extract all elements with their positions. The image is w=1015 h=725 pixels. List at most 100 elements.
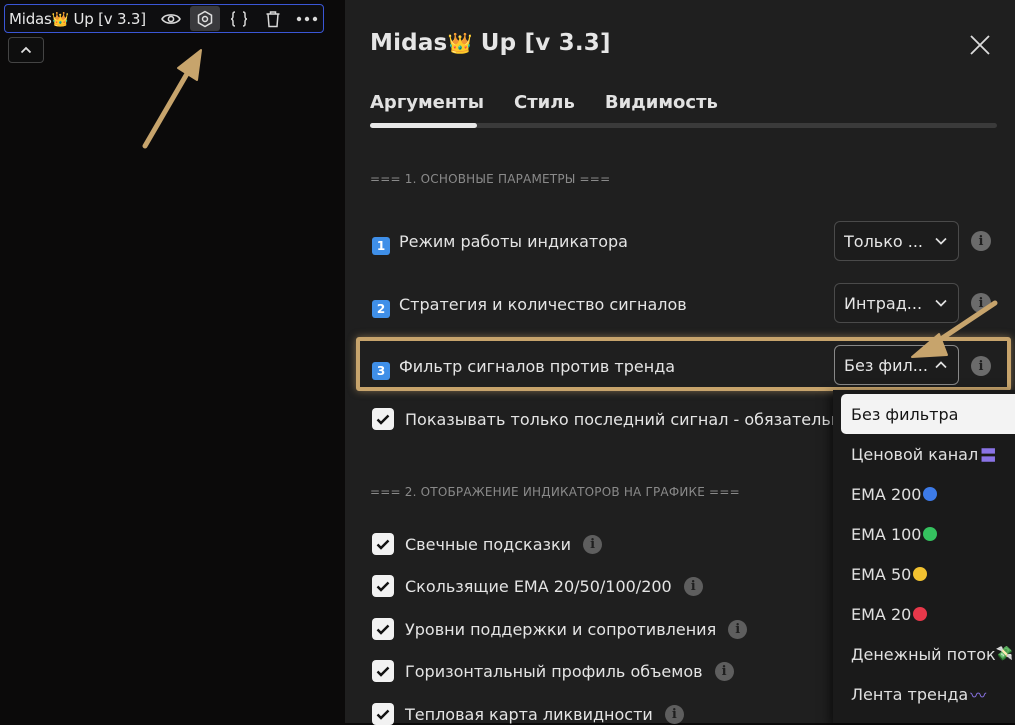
dropdown-option-no-filter[interactable]: Без фильтра	[841, 394, 1015, 434]
green-circle-icon	[923, 527, 938, 541]
dialog-tabs: Аргументы Стиль Видимость	[370, 92, 748, 113]
last-signal-checkbox-row[interactable]: Показывать только последний сигнал - обя…	[372, 408, 851, 430]
dropdown-option-ema-20[interactable]: EMA 20	[833, 594, 1015, 634]
more-icon	[296, 16, 318, 21]
trend-filter-highlight	[356, 337, 1011, 391]
tab-arguments[interactable]: Аргументы	[370, 92, 484, 113]
legend-name: Midas	[9, 9, 52, 28]
dropdown-option-money-flow[interactable]: Денежный поток 💸	[833, 634, 1015, 674]
option-label: EMA 200	[851, 484, 922, 504]
check-row-volume-profile[interactable]: Горизонтальный профиль объемов i	[372, 660, 734, 682]
close-dialog-button[interactable]	[965, 30, 995, 60]
option-label: EMA 50	[851, 564, 912, 584]
tab-indicator-track	[370, 123, 997, 128]
volume-profile-checkbox[interactable]	[372, 660, 394, 682]
support-resistance-checkbox[interactable]	[372, 618, 394, 640]
dialog-title: Midas👑 Up [v 3.3]	[370, 30, 611, 56]
param-label-strategy: 2 Стратегия и количество сигналов	[372, 295, 687, 318]
delete-button[interactable]	[258, 6, 288, 31]
info-icon[interactable]: i	[664, 704, 684, 724]
strategy-select[interactable]: Интрад...	[834, 283, 959, 323]
trend-filter-dropdown: Без фильтра Ценовой канал 〓 EMA 200 EMA 1…	[833, 390, 1015, 723]
candle-hints-label: Свечные подсказки	[405, 534, 572, 554]
support-resistance-label: Уровни поддержки и сопротивления	[405, 619, 717, 639]
strategy-select-value: Интрад...	[844, 293, 923, 313]
trend-ribbon-icon: 〰	[970, 686, 987, 705]
info-icon[interactable]: i	[971, 231, 991, 251]
chevron-up-icon	[20, 46, 32, 54]
candle-hints-checkbox[interactable]	[372, 533, 394, 555]
dropdown-option-trend-ribbon[interactable]: Лента тренда 〰	[833, 674, 1015, 714]
volume-profile-label: Горизонтальный профиль объемов	[405, 661, 703, 681]
checkmark-icon	[376, 539, 390, 550]
gear-icon	[197, 10, 213, 27]
last-signal-checkbox[interactable]	[372, 408, 394, 430]
arrow-to-settings	[142, 49, 202, 149]
close-icon	[970, 35, 990, 55]
info-icon[interactable]: i	[583, 534, 603, 554]
liquidity-heatmap-label: Тепловая карта ликвидности	[405, 704, 653, 724]
tab-indicator-active	[370, 123, 477, 128]
dropdown-option-ema-100[interactable]: EMA 100	[833, 514, 1015, 554]
checkmark-icon	[376, 624, 390, 635]
param-label-strategy-text: Стратегия и количество сигналов	[399, 295, 687, 314]
info-icon[interactable]: i	[728, 619, 748, 639]
tab-style[interactable]: Стиль	[514, 92, 575, 113]
option-label: EMA 100	[851, 524, 922, 544]
param-label-mode: 1 Режим работы индикатора	[372, 232, 628, 255]
collapse-legend-button[interactable]	[8, 37, 44, 63]
crown-icon: 👑	[447, 31, 473, 55]
info-icon[interactable]: i	[683, 576, 703, 596]
chevron-down-icon	[930, 237, 952, 245]
check-row-ema[interactable]: Скользящие EMA 20/50/100/200 i	[372, 575, 703, 597]
indicator-legend[interactable]: Midas👑 Up [v 3.3]	[4, 4, 324, 33]
price-channel-icon: 〓	[980, 446, 997, 465]
checkmark-icon	[376, 581, 390, 592]
legend-title[interactable]: Midas👑 Up [v 3.3]	[5, 10, 146, 28]
check-row-candle-hints[interactable]: Свечные подсказки i	[372, 533, 603, 555]
chevron-down-icon	[930, 299, 952, 307]
trash-icon	[266, 10, 280, 27]
dropdown-option-ema-200[interactable]: EMA 200	[833, 474, 1015, 514]
section-header-display: === 2. ОТОБРАЖЕНИЕ ИНДИКАТОРОВ НА ГРАФИК…	[370, 485, 740, 499]
mode-select-value: Только ...	[844, 231, 924, 251]
money-flow-icon: 💸	[995, 646, 1014, 662]
settings-button[interactable]	[189, 6, 220, 31]
checkmark-icon	[376, 666, 390, 677]
liquidity-heatmap-checkbox[interactable]	[372, 703, 394, 725]
mode-select[interactable]: Только ...	[834, 221, 959, 261]
info-icon[interactable]: i	[714, 661, 734, 681]
blue-circle-icon	[923, 487, 938, 501]
dropdown-option-ema-50[interactable]: EMA 50	[833, 554, 1015, 594]
legend-version: Up [v 3.3]	[73, 9, 146, 28]
option-label: Лента тренда	[851, 684, 969, 704]
checkmark-icon	[376, 709, 390, 720]
visibility-button[interactable]	[156, 6, 186, 31]
braces-icon	[230, 10, 248, 27]
checkmark-icon	[376, 414, 390, 425]
option-label: Денежный поток	[851, 644, 996, 664]
yellow-circle-icon	[913, 567, 928, 581]
tab-visibility[interactable]: Видимость	[605, 92, 718, 113]
option-label: EMA 20	[851, 604, 912, 624]
last-signal-label: Показывать только последний сигнал - обя…	[405, 409, 852, 429]
dialog-title-version: Up [v 3.3]	[480, 30, 611, 56]
check-row-liquidity-heatmap[interactable]: Тепловая карта ликвидности i	[372, 703, 684, 725]
dropdown-option-price-channel[interactable]: Ценовой канал 〓	[833, 434, 1015, 474]
info-icon[interactable]: i	[971, 293, 991, 313]
dialog-title-name: Midas	[370, 30, 448, 56]
source-code-button[interactable]	[224, 6, 254, 31]
option-label: Ценовой канал	[851, 444, 979, 464]
crown-icon: 👑	[51, 11, 69, 28]
check-row-support-resistance[interactable]: Уровни поддержки и сопротивления i	[372, 618, 748, 640]
number-one-badge: 1	[372, 237, 390, 255]
red-circle-icon	[913, 607, 928, 621]
eye-icon	[161, 13, 181, 24]
param-label-mode-text: Режим работы индикатора	[399, 232, 628, 251]
ema-checkbox[interactable]	[372, 575, 394, 597]
option-label: Без фильтра	[851, 404, 959, 424]
number-two-badge: 2	[372, 300, 390, 318]
more-button[interactable]	[292, 6, 322, 31]
section-header-main: === 1. ОСНОВНЫЕ ПАРАМЕТРЫ ===	[370, 172, 611, 186]
ema-label: Скользящие EMA 20/50/100/200	[405, 576, 672, 596]
